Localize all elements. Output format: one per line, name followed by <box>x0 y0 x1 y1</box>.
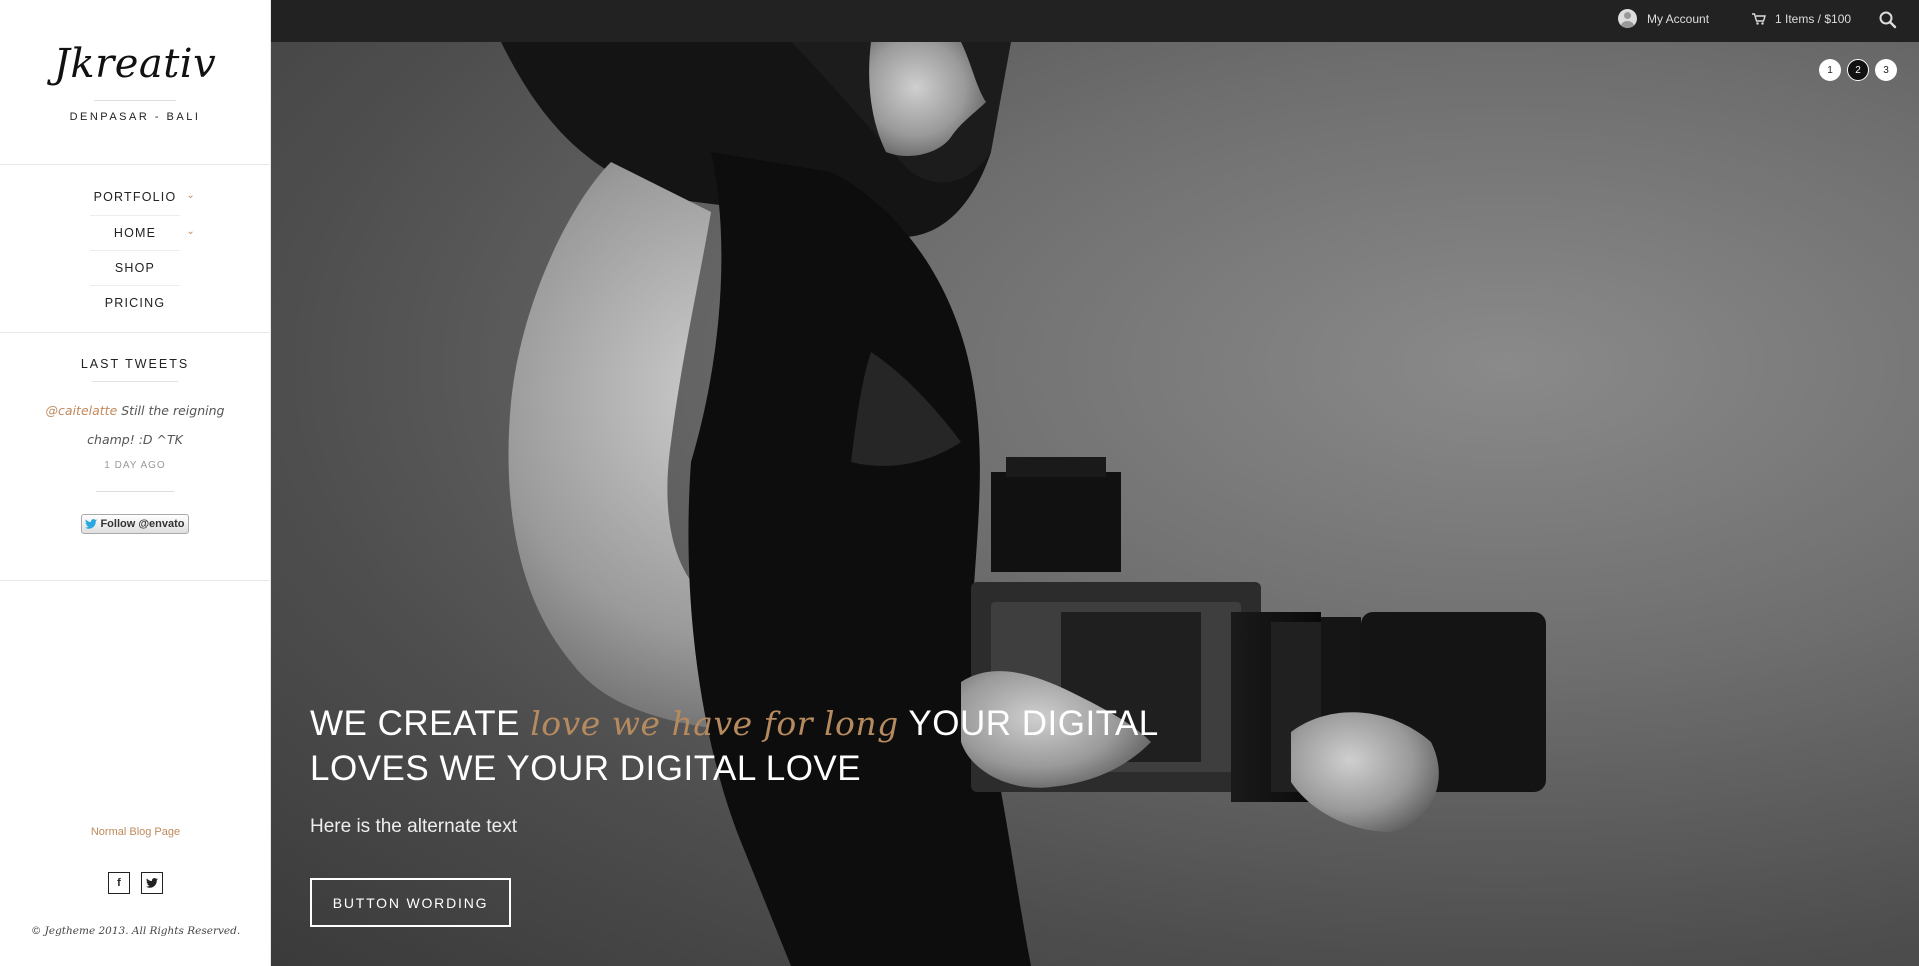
copyright-text: © Jegtheme 2013. All Rights Reserved. <box>30 925 241 937</box>
search-icon[interactable] <box>1878 10 1898 30</box>
hero-heading: WE CREATE love we have for long YOUR DIG… <box>310 701 1190 791</box>
hero-heading-part1: WE CREATE <box>310 704 531 743</box>
nav-item-label: SHOP <box>114 261 156 275</box>
main-nav: PORTFOLIO ⌄ HOME ⌄ SHOP PRICING <box>0 165 270 333</box>
tweets-title: LAST TWEETS <box>80 357 190 371</box>
cart-icon <box>1752 13 1766 25</box>
social-links: f <box>0 872 271 894</box>
site-logo[interactable]: Jkreativ <box>0 40 270 88</box>
hero-heading-accent: love we have for long <box>530 704 899 743</box>
hero-slider: 1 2 3 WE CREATE love we have for long YO… <box>271 42 1919 966</box>
slide-dot-2[interactable]: 2 <box>1847 59 1869 81</box>
slide-dot-1[interactable]: 1 <box>1819 59 1841 81</box>
hero-photo <box>501 42 1546 966</box>
slide-dot-3[interactable]: 3 <box>1875 59 1897 81</box>
hero-subtext: Here is the alternate text <box>310 816 517 837</box>
tweets-divider <box>92 381 178 382</box>
nav-item-pricing[interactable]: PRICING <box>90 285 180 320</box>
top-bar: My Account 1 Items / $100 <box>271 0 1919 42</box>
twitter-icon[interactable] <box>141 872 163 894</box>
tweet-handle-link[interactable]: @caitelatte <box>46 403 118 418</box>
nav-item-portfolio[interactable]: PORTFOLIO ⌄ <box>90 180 195 215</box>
hero-cta-button[interactable]: BUTTON WORDING <box>310 878 511 927</box>
cart-link[interactable]: 1 Items / $100 <box>1752 12 1851 26</box>
nav-item-home[interactable]: HOME ⌄ <box>90 215 195 250</box>
follow-button-label: Follow @envato <box>100 518 185 530</box>
slide-pagination: 1 2 3 <box>1819 59 1897 81</box>
tweet-time: 1 DAY AGO <box>104 460 166 471</box>
facebook-icon[interactable]: f <box>108 872 130 894</box>
tweets-divider <box>96 491 174 492</box>
my-account-link[interactable]: My Account <box>1618 9 1709 28</box>
nav-item-label: PRICING <box>104 296 166 310</box>
logo-block: Jkreativ DENPASAR - BALI <box>0 0 270 165</box>
tweets-widget: LAST TWEETS @caitelatte Still the reigni… <box>0 333 270 581</box>
chevron-down-icon: ⌄ <box>186 226 196 237</box>
normal-blog-page-link[interactable]: Normal Blog Page <box>0 826 271 838</box>
nav-item-label: HOME <box>113 226 157 240</box>
user-avatar-icon <box>1618 9 1637 28</box>
nav-item-label: PORTFOLIO <box>93 190 177 204</box>
twitter-bird-icon <box>85 519 98 529</box>
logo-divider <box>94 100 176 101</box>
site-tagline: DENPASAR - BALI <box>69 111 201 123</box>
nav-item-shop[interactable]: SHOP <box>90 250 180 285</box>
sidebar: Jkreativ DENPASAR - BALI PORTFOLIO ⌄ HOM… <box>0 0 271 966</box>
my-account-label: My Account <box>1647 11 1710 26</box>
twitter-follow-button[interactable]: Follow @envato <box>81 514 189 534</box>
chevron-down-icon: ⌄ <box>186 190 196 201</box>
twitter-bird-icon <box>146 878 158 888</box>
tweet-text: @caitelatte Still the reigning champ! :D… <box>45 396 225 454</box>
cart-label: 1 Items / $100 <box>1775 12 1852 26</box>
